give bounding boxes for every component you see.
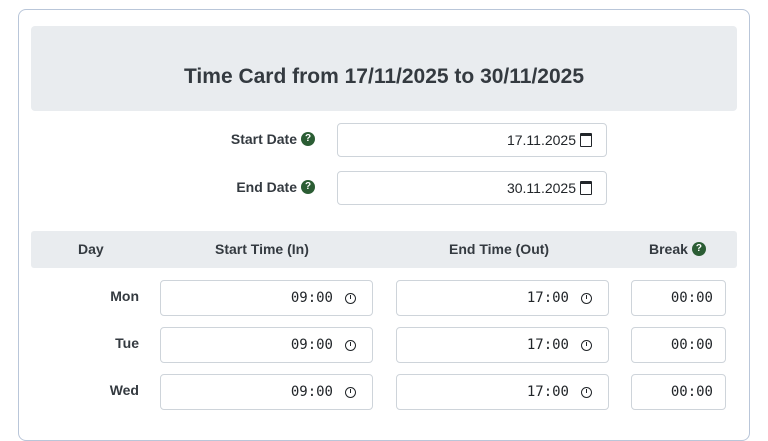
day-label: Tue — [115, 335, 139, 351]
start-date-label-text: Start Date — [230, 131, 297, 147]
end-time-value: 17:00 — [526, 337, 569, 353]
break-value: 00:00 — [670, 384, 713, 400]
day-label: Wed — [109, 382, 139, 398]
time-card-panel: Time Card from 17/11/2025 to 30/11/2025 … — [18, 9, 750, 441]
help-icon[interactable]: ? — [301, 132, 315, 146]
end-date-input[interactable]: 30.11.2025 — [337, 171, 607, 205]
page-title: Time Card from 17/11/2025 to 30/11/2025 — [183, 64, 585, 88]
end-date-label-text: End Date — [236, 179, 297, 195]
help-icon[interactable]: ? — [691, 242, 706, 256]
clock-icon[interactable] — [581, 339, 592, 351]
end-time-input[interactable]: 17:00 — [396, 327, 609, 363]
column-header-day: Day — [78, 241, 104, 257]
table-header: Day Start Time (In) End Time (Out) Break… — [31, 231, 737, 268]
start-time-value: 09:00 — [290, 384, 333, 400]
break-input[interactable]: 00:00 — [631, 374, 726, 410]
start-time-value: 09:00 — [290, 290, 333, 306]
start-date-input[interactable]: 17.11.2025 — [337, 123, 607, 157]
start-time-input[interactable]: 09:00 — [160, 327, 373, 363]
start-date-row: Start Date ? 17.11.2025 — [19, 123, 749, 159]
break-value: 00:00 — [670, 290, 713, 306]
end-time-value: 17:00 — [526, 384, 569, 400]
end-date-label: End Date ? — [236, 179, 315, 195]
column-header-end: End Time (Out) — [449, 241, 550, 257]
end-time-input[interactable]: 17:00 — [396, 374, 609, 410]
table-row: Wed 09:00 17:00 00:00 — [19, 374, 749, 414]
help-icon[interactable]: ? — [301, 180, 315, 194]
title-bar: Time Card from 17/11/2025 to 30/11/2025 — [31, 26, 737, 111]
start-time-input[interactable]: 09:00 — [160, 280, 373, 316]
end-time-value: 17:00 — [526, 290, 569, 306]
start-time-input[interactable]: 09:00 — [160, 374, 373, 410]
start-date-label: Start Date ? — [231, 131, 315, 147]
table-row: Mon 09:00 17:00 00:00 — [19, 280, 749, 320]
end-date-row: End Date ? 30.11.2025 — [19, 171, 749, 207]
calendar-icon[interactable] — [580, 181, 592, 195]
clock-icon[interactable] — [345, 339, 356, 351]
break-input[interactable]: 00:00 — [631, 280, 726, 316]
day-label: Mon — [110, 288, 139, 304]
table-row: Tue 09:00 17:00 00:00 — [19, 327, 749, 367]
break-value: 00:00 — [670, 337, 713, 353]
column-header-start: Start Time (In) — [215, 241, 309, 257]
clock-icon[interactable] — [345, 292, 356, 304]
start-date-value: 17.11.2025 — [506, 132, 576, 148]
clock-icon[interactable] — [581, 292, 592, 304]
clock-icon[interactable] — [581, 386, 592, 398]
calendar-icon[interactable] — [580, 133, 592, 147]
clock-icon[interactable] — [345, 386, 356, 398]
column-header-break: Break ? — [649, 241, 706, 257]
end-date-value: 30.11.2025 — [506, 180, 576, 196]
start-time-value: 09:00 — [290, 337, 333, 353]
break-input[interactable]: 00:00 — [631, 327, 726, 363]
column-header-break-text: Break — [649, 241, 688, 257]
end-time-input[interactable]: 17:00 — [396, 280, 609, 316]
